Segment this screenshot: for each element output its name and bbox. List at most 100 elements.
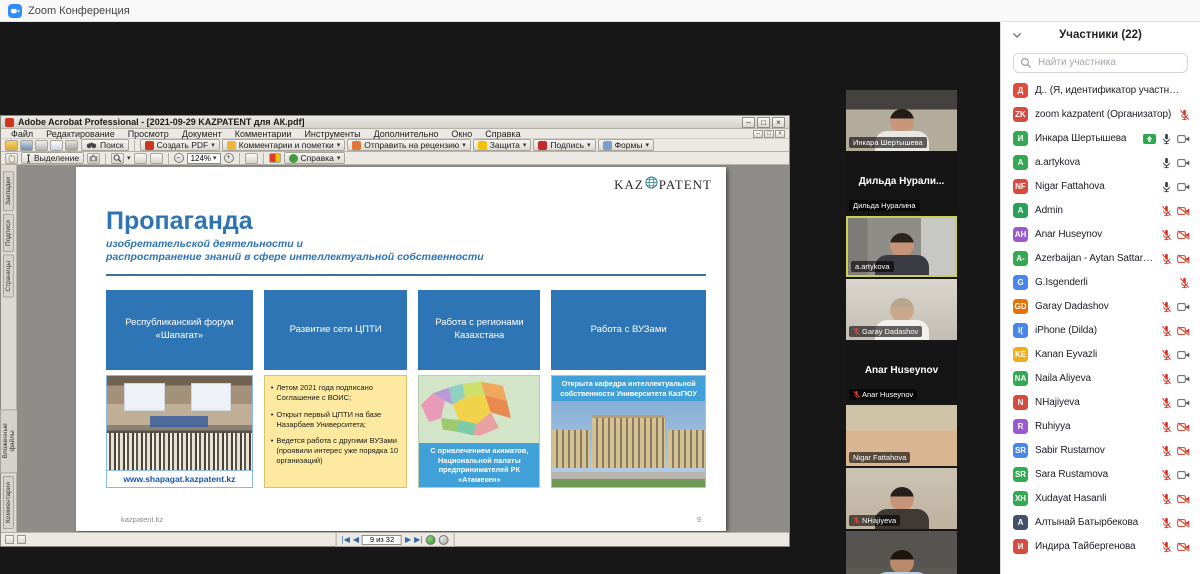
chevron-down-icon[interactable]: [1011, 29, 1023, 41]
video-tile[interactable]: Инкара Шертышева: [846, 90, 957, 151]
participants-title: Участники (22): [1059, 29, 1142, 41]
participant-row[interactable]: И Инкара Шертышева: [1001, 127, 1200, 151]
toolbar-dropdown-button[interactable]: Подпись ▾: [533, 139, 595, 151]
mic-status-icon: [1161, 157, 1172, 169]
participant-row[interactable]: A- Azerbaijan - Aytan Sattarzada: [1001, 247, 1200, 271]
fit-page-icon[interactable]: [150, 153, 163, 164]
menu-item[interactable]: Дополнительно: [368, 129, 445, 139]
toolbar-dropdown-icon: [478, 141, 487, 150]
doc-restore-icon[interactable]: □: [764, 130, 774, 138]
menu-item[interactable]: Справка: [479, 129, 526, 139]
page-number-field[interactable]: [362, 535, 402, 545]
slide-title: Пропаганда: [106, 207, 711, 236]
participant-row[interactable]: XH Xudayat Hasanli: [1001, 487, 1200, 511]
toolbar-dropdown-button[interactable]: Комментарии и пометки ▾: [222, 139, 346, 151]
snapshot-tool-icon[interactable]: [87, 153, 100, 164]
chevron-down-icon[interactable]: ▾: [127, 154, 131, 162]
video-tile[interactable]: a.artykova: [846, 216, 957, 277]
participant-row[interactable]: SR Sara Rustamova: [1001, 463, 1200, 487]
toolbar-dropdown-button[interactable]: Формы ▾: [598, 139, 654, 151]
toolbar-file-icon[interactable]: [35, 140, 48, 151]
video-tile[interactable]: Garay Dadashov: [846, 279, 957, 340]
minimize-button[interactable]: –: [742, 117, 755, 128]
participant-row[interactable]: A Admin: [1001, 199, 1200, 223]
participant-row[interactable]: G G.İsgenderli: [1001, 271, 1200, 295]
participant-row[interactable]: I( iPhone (Dilda): [1001, 319, 1200, 343]
menu-item[interactable]: Файл: [5, 129, 39, 139]
participant-row[interactable]: NF Nigar Fattahova: [1001, 175, 1200, 199]
acrobat-titlebar[interactable]: Adobe Acrobat Professional - [2021-09-29…: [1, 116, 789, 129]
sidebar-tab[interactable]: Комментарии: [3, 476, 14, 529]
document-window-controls[interactable]: – □ ×: [753, 130, 785, 138]
video-tile[interactable]: Nigar Fattahova: [846, 405, 957, 466]
participant-row[interactable]: GD Garay Dadashov: [1001, 295, 1200, 319]
search-input[interactable]: [1013, 53, 1188, 73]
video-tile[interactable]: NHajiyeva: [846, 468, 957, 529]
previous-page-button[interactable]: ◀: [353, 535, 359, 544]
menu-item[interactable]: Просмотр: [122, 129, 175, 139]
toolbar-dropdown-button[interactable]: Отправить на рецензию ▾: [347, 139, 470, 151]
document-area[interactable]: KAZ PATENT Пропаганда изобретательской д…: [17, 165, 789, 532]
zoom-in-button[interactable]: +: [224, 153, 234, 163]
next-page-button[interactable]: ▶: [405, 535, 411, 544]
participant-row[interactable]: AH Anar Huseynov: [1001, 223, 1200, 247]
avatar: И: [1013, 131, 1028, 146]
next-view-button[interactable]: [438, 535, 448, 545]
participant-row[interactable]: И Индира Тайбергенова: [1001, 535, 1200, 559]
hand-tool-icon[interactable]: [5, 153, 18, 164]
participant-row[interactable]: Д Д.. (Я, идентификатор участника: 44784…: [1001, 79, 1200, 103]
page-layout-icon[interactable]: [245, 153, 258, 164]
mic-status-icon: [1161, 205, 1172, 217]
participant-row[interactable]: NA Naila Aliyeva: [1001, 367, 1200, 391]
previous-view-button[interactable]: [425, 535, 435, 545]
selection-tool-button[interactable]: Выделение: [21, 152, 84, 164]
slide-footer: kazpatent.kz 9: [121, 515, 701, 524]
toolbar-file-icon[interactable]: [65, 140, 78, 151]
close-button[interactable]: ×: [772, 117, 785, 128]
continuous-view-icon[interactable]: [17, 535, 26, 544]
participant-row[interactable]: A a.artykova: [1001, 151, 1200, 175]
sidebar-tab[interactable]: Страницы: [3, 255, 14, 298]
kazpatent-logo: KAZ PATENT: [614, 176, 712, 193]
participant-name: zoom kazpatent (Организатор): [1035, 109, 1172, 120]
doc-minimize-icon[interactable]: –: [753, 130, 763, 138]
sidebar-tab[interactable]: Вложенные файлы: [0, 409, 18, 473]
participant-row[interactable]: A Алтынай Батырбекова: [1001, 511, 1200, 535]
third-party-plugin-icon[interactable]: [269, 153, 281, 163]
actual-size-icon[interactable]: [134, 153, 147, 164]
participant-row[interactable]: N NHajiyeva: [1001, 391, 1200, 415]
doc-close-icon[interactable]: ×: [775, 130, 785, 138]
participant-row[interactable]: KE Kanan Eyvazli: [1001, 343, 1200, 367]
participant-row[interactable]: R Ruhiyya: [1001, 415, 1200, 439]
toolbar-dropdown-button[interactable]: Защита ▾: [473, 139, 532, 151]
single-page-view-icon[interactable]: [5, 535, 14, 544]
sidebar-tab[interactable]: Подписи: [3, 214, 14, 252]
video-tile[interactable]: Kanan Eyvazli: [846, 531, 957, 574]
sidebar-tab[interactable]: Закладки: [3, 171, 14, 211]
zoom-tool-icon[interactable]: [111, 153, 124, 164]
no-video-name: Дильда Нурали...: [846, 176, 957, 187]
toolbar-file-icon[interactable]: [20, 140, 33, 151]
toolbar-dropdown-icon: [603, 141, 612, 150]
column-universities: Работа с ВУЗами Открыта кафедра интеллек…: [551, 290, 706, 488]
restore-button[interactable]: □: [757, 117, 770, 128]
help-button[interactable]: Справка ▾: [284, 152, 346, 164]
menu-item[interactable]: Комментарии: [229, 129, 298, 139]
zoom-out-button[interactable]: –: [174, 153, 184, 163]
menu-item[interactable]: Инструменты: [298, 129, 366, 139]
toolbar-file-icon[interactable]: [50, 140, 63, 151]
toolbar-dropdown-button[interactable]: Создать PDF ▾: [140, 139, 220, 151]
avatar: A-: [1013, 251, 1028, 266]
menu-item[interactable]: Редактирование: [40, 129, 121, 139]
video-tile[interactable]: Дильда Нурали... Дильда Нуралина: [846, 153, 957, 214]
video-tile[interactable]: Anar Huseynov Anar Huseynov: [846, 342, 957, 403]
zoom-level-field[interactable]: 124% ▾: [187, 153, 221, 164]
last-page-button[interactable]: ▶|: [414, 535, 422, 544]
search-button[interactable]: Поиск: [81, 139, 129, 151]
toolbar-file-icon[interactable]: [5, 140, 18, 151]
menu-item[interactable]: Окно: [445, 129, 478, 139]
participant-row[interactable]: ZK zoom kazpatent (Организатор): [1001, 103, 1200, 127]
menu-item[interactable]: Документ: [176, 129, 228, 139]
first-page-button[interactable]: |◀: [342, 535, 350, 544]
participant-row[interactable]: SR Sabir Rustamov: [1001, 439, 1200, 463]
